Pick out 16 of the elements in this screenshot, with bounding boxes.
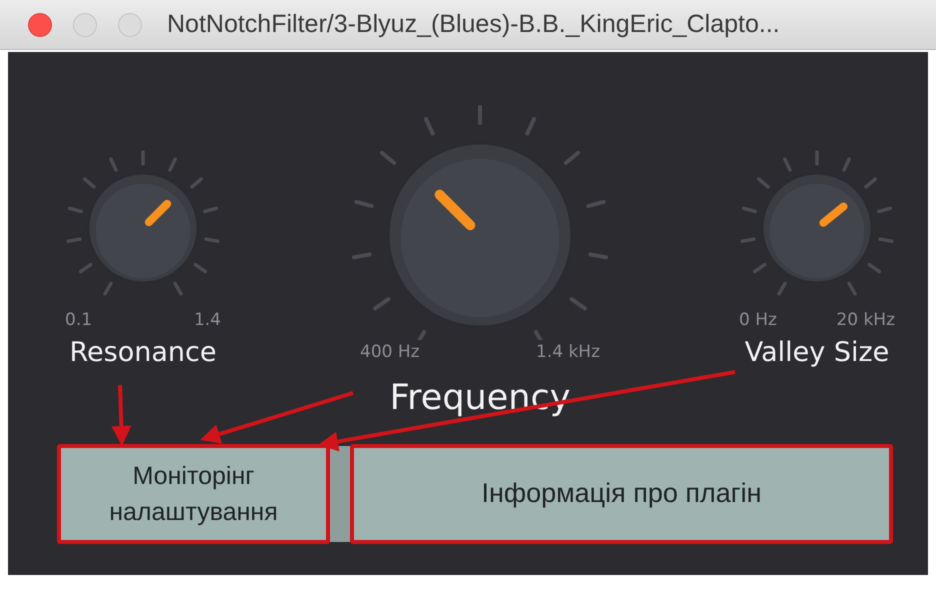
knob[interactable] (760, 172, 874, 284)
max-value: 1.4 (194, 309, 221, 331)
knob-label: Frequency (390, 377, 570, 419)
plugin-button[interactable]: Моніторінг налаштування (57, 444, 330, 544)
min-value: 400 Hz (360, 341, 420, 363)
knob[interactable] (86, 172, 200, 284)
min-value: 0 Hz (739, 309, 777, 331)
close-button[interactable] (28, 12, 52, 36)
max-value: 20 kHz (836, 309, 895, 331)
knob-label: Valley Size (744, 337, 890, 370)
knob-label: Resonance (70, 337, 216, 370)
window-title: NotNotchFilter/3-Blyuz_(Blues)-B.B._KingEric_Clapto... (167, 10, 780, 39)
min-value: 0.1 (65, 309, 92, 331)
max-value: 1.4 kHz (536, 341, 600, 363)
annotation-arrow (111, 384, 132, 446)
plugin-button[interactable]: Інформація про плагін (350, 444, 893, 544)
